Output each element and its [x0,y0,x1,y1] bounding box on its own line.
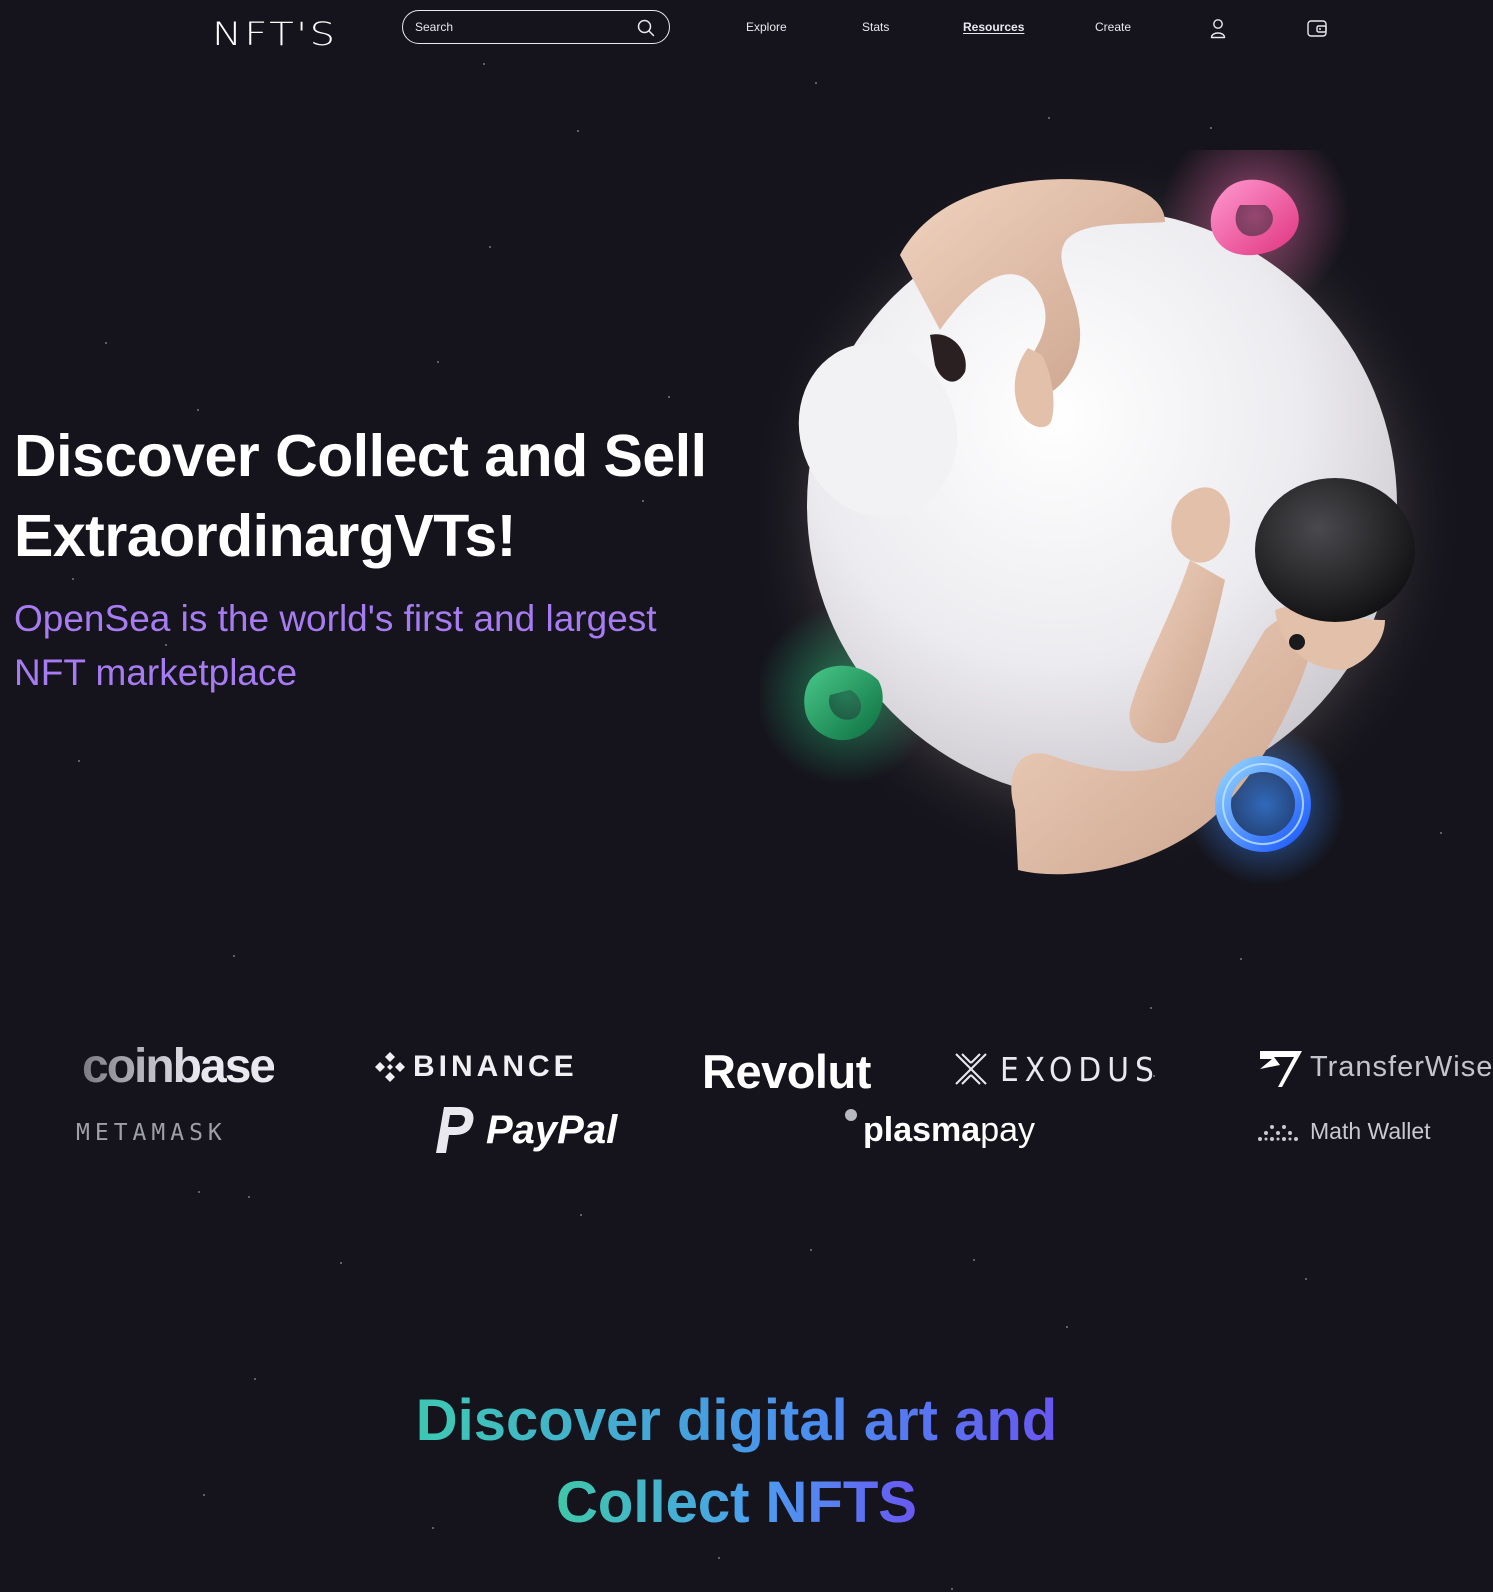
search-icon[interactable] [637,19,655,37]
binance-icon [375,1052,405,1082]
math-wallet-text: Math Wallet [1310,1118,1431,1144]
partner-binance: BINANCE [373,1050,578,1084]
nav-resources[interactable]: Resources [963,20,1024,34]
nav-create[interactable]: Create [1095,20,1131,34]
search-bar [402,10,670,44]
discover-heading-line2: Collect NFTS [552,1462,922,1544]
hero-subtitle-line1: OpenSea is the world's first and largest [14,598,657,639]
nav-explore[interactable]: Explore [746,20,787,34]
hero-title-line2: ExtraordinargVTs! [14,503,516,569]
hero-subtitle-line2: NFT marketplace [14,652,298,693]
hero-title-line1: Discover Collect and Sell [14,423,707,489]
partner-math-wallet: Math Wallet [1256,1120,1431,1143]
user-icon[interactable] [1207,17,1229,39]
transferwise-text: TransferWise [1310,1050,1493,1083]
math-wallet-icon [1258,1124,1298,1141]
partner-metamask: METAMASK [76,1120,227,1146]
nav-stats[interactable]: Stats [862,20,889,34]
hero-sphere-artwork [760,150,1460,885]
partner-revolut: Revolut [702,1045,871,1098]
hero-title: Discover Collect and Sell ExtraordinargV… [14,416,714,576]
hero-subtitle: OpenSea is the world's first and largest… [14,592,734,700]
transferwise-icon [1260,1051,1302,1087]
site-logo[interactable]: NFT'S [212,16,338,52]
paypal-icon [436,1107,474,1153]
binance-text: BINANCE [413,1050,578,1083]
discover-heading: Discover digital art and Collect NFTS [0,1380,1473,1544]
plasmapay-dot-icon [845,1109,857,1121]
discover-heading-line1: Discover digital art and [415,1388,1058,1453]
wallet-icon[interactable] [1306,17,1328,39]
exodus-icon [955,1053,987,1085]
partner-transferwise: TransferWise [1256,1045,1493,1089]
partner-paypal: PayPal [432,1105,617,1155]
partner-plasmapay: plasma pay [845,1109,1036,1149]
partner-coinbase: coinbase [82,1040,276,1093]
plasmapay-text-bold: plasma [863,1111,981,1149]
plasmapay-text-light: pay [980,1111,1036,1149]
paypal-text: PayPal [486,1108,618,1152]
partner-exodus: EXODUS [952,1050,1160,1088]
exodus-text: EXODUS [1000,1049,1160,1089]
search-input[interactable] [415,18,625,36]
